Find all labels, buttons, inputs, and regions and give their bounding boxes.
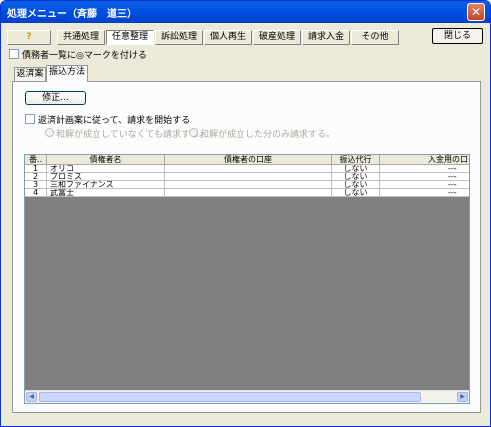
tab-button-bankruptcy[interactable]: 破産処理 (253, 30, 301, 45)
tab-repayment-plan[interactable]: 返済案 (14, 67, 46, 81)
cell-deposit-account: --- (380, 173, 469, 181)
help-button[interactable]: ? (7, 30, 51, 45)
cell-deposit-account: --- (380, 165, 469, 173)
column-header-transfer-proxy[interactable]: 振込代行 (332, 155, 380, 165)
radio-bill-without-settlement-label: 和解が成立していなくても請求する。 (56, 130, 209, 140)
cell-creditor-account (165, 173, 332, 181)
window-title: 処理メニュー（斉藤 道三） (7, 9, 137, 20)
mark-checkbox-label: 債務者一覧に◎マークを付ける (22, 51, 147, 61)
creditor-table[interactable]: 番.. 債権者名 債権者の口座 振込代行 入金用の口 1 オリコ しない ---… (24, 154, 470, 404)
mark-checkbox[interactable] (9, 49, 19, 59)
cell-creditor-account (165, 189, 332, 197)
table-header: 番.. 債権者名 債権者の口座 振込代行 入金用の口 (25, 155, 469, 165)
tab-button-rehabilitation[interactable]: 個人再生 (204, 30, 252, 45)
cell-no: 4 (25, 189, 47, 197)
cell-creditor-account (165, 181, 332, 189)
dialog-window: 処理メニュー（斉藤 道三） ✕ ? 共通処理 任意整理 訴訟処理 個人再生 破産… (0, 0, 491, 427)
close-dialog-button[interactable]: 閉じる (432, 28, 483, 44)
tab-button-billing[interactable]: 請求入金 (302, 30, 350, 45)
cell-creditor-account (165, 165, 332, 173)
edit-button[interactable]: 修正... (25, 91, 86, 105)
table-row[interactable]: 2 プロミス しない --- (25, 173, 469, 181)
radio-bill-without-settlement[interactable] (45, 128, 54, 137)
table-row[interactable]: 4 武富士 しない --- (25, 189, 469, 197)
tab-button-voluntary[interactable]: 任意整理 (106, 30, 154, 45)
start-billing-label: 返済計画案に従って、請求を開始する (38, 116, 191, 126)
cell-creditor-name: オリコ (47, 165, 165, 173)
cell-creditor-name: 武富士 (47, 189, 165, 197)
title-bar[interactable]: 処理メニュー（斉藤 道三） ✕ (1, 1, 490, 23)
cell-no: 2 (25, 173, 47, 181)
column-header-no[interactable]: 番.. (25, 155, 47, 165)
cell-creditor-name: プロミス (47, 173, 165, 181)
cell-transfer-proxy: しない (332, 165, 380, 173)
scroll-right-icon[interactable]: ▶ (457, 392, 468, 402)
table-row[interactable]: 3 三和ファイナンス しない --- (25, 181, 469, 189)
column-header-deposit-account[interactable]: 入金用の口 (380, 155, 469, 165)
cell-transfer-proxy: しない (332, 181, 380, 189)
cell-no: 1 (25, 165, 47, 173)
column-header-creditor-name[interactable]: 債権者名 (47, 155, 165, 165)
horizontal-scrollbar[interactable]: ◀ ▶ (25, 390, 469, 403)
window-close-button[interactable]: ✕ (467, 3, 485, 21)
cell-creditor-name: 三和ファイナンス (47, 181, 165, 189)
cell-transfer-proxy: しない (332, 173, 380, 181)
start-billing-checkbox[interactable] (25, 114, 35, 124)
tab-button-other[interactable]: その他 (351, 30, 399, 45)
cell-no: 3 (25, 181, 47, 189)
cell-deposit-account: --- (380, 189, 469, 197)
cell-transfer-proxy: しない (332, 189, 380, 197)
table-row[interactable]: 1 オリコ しない --- (25, 165, 469, 173)
tab-button-common[interactable]: 共通処理 (57, 30, 105, 45)
cell-deposit-account: --- (380, 181, 469, 189)
tab-button-litigation[interactable]: 訴訟処理 (155, 30, 203, 45)
scrollbar-thumb[interactable] (39, 392, 421, 402)
radio-bill-settled-only[interactable] (189, 128, 198, 137)
radio-bill-settled-only-label: 和解が成立した分のみ請求する。 (200, 130, 336, 140)
column-header-creditor-account[interactable]: 債権者の口座 (165, 155, 332, 165)
tab-transfer-method[interactable]: 振込方法 (46, 65, 88, 82)
scroll-left-icon[interactable]: ◀ (26, 392, 37, 402)
